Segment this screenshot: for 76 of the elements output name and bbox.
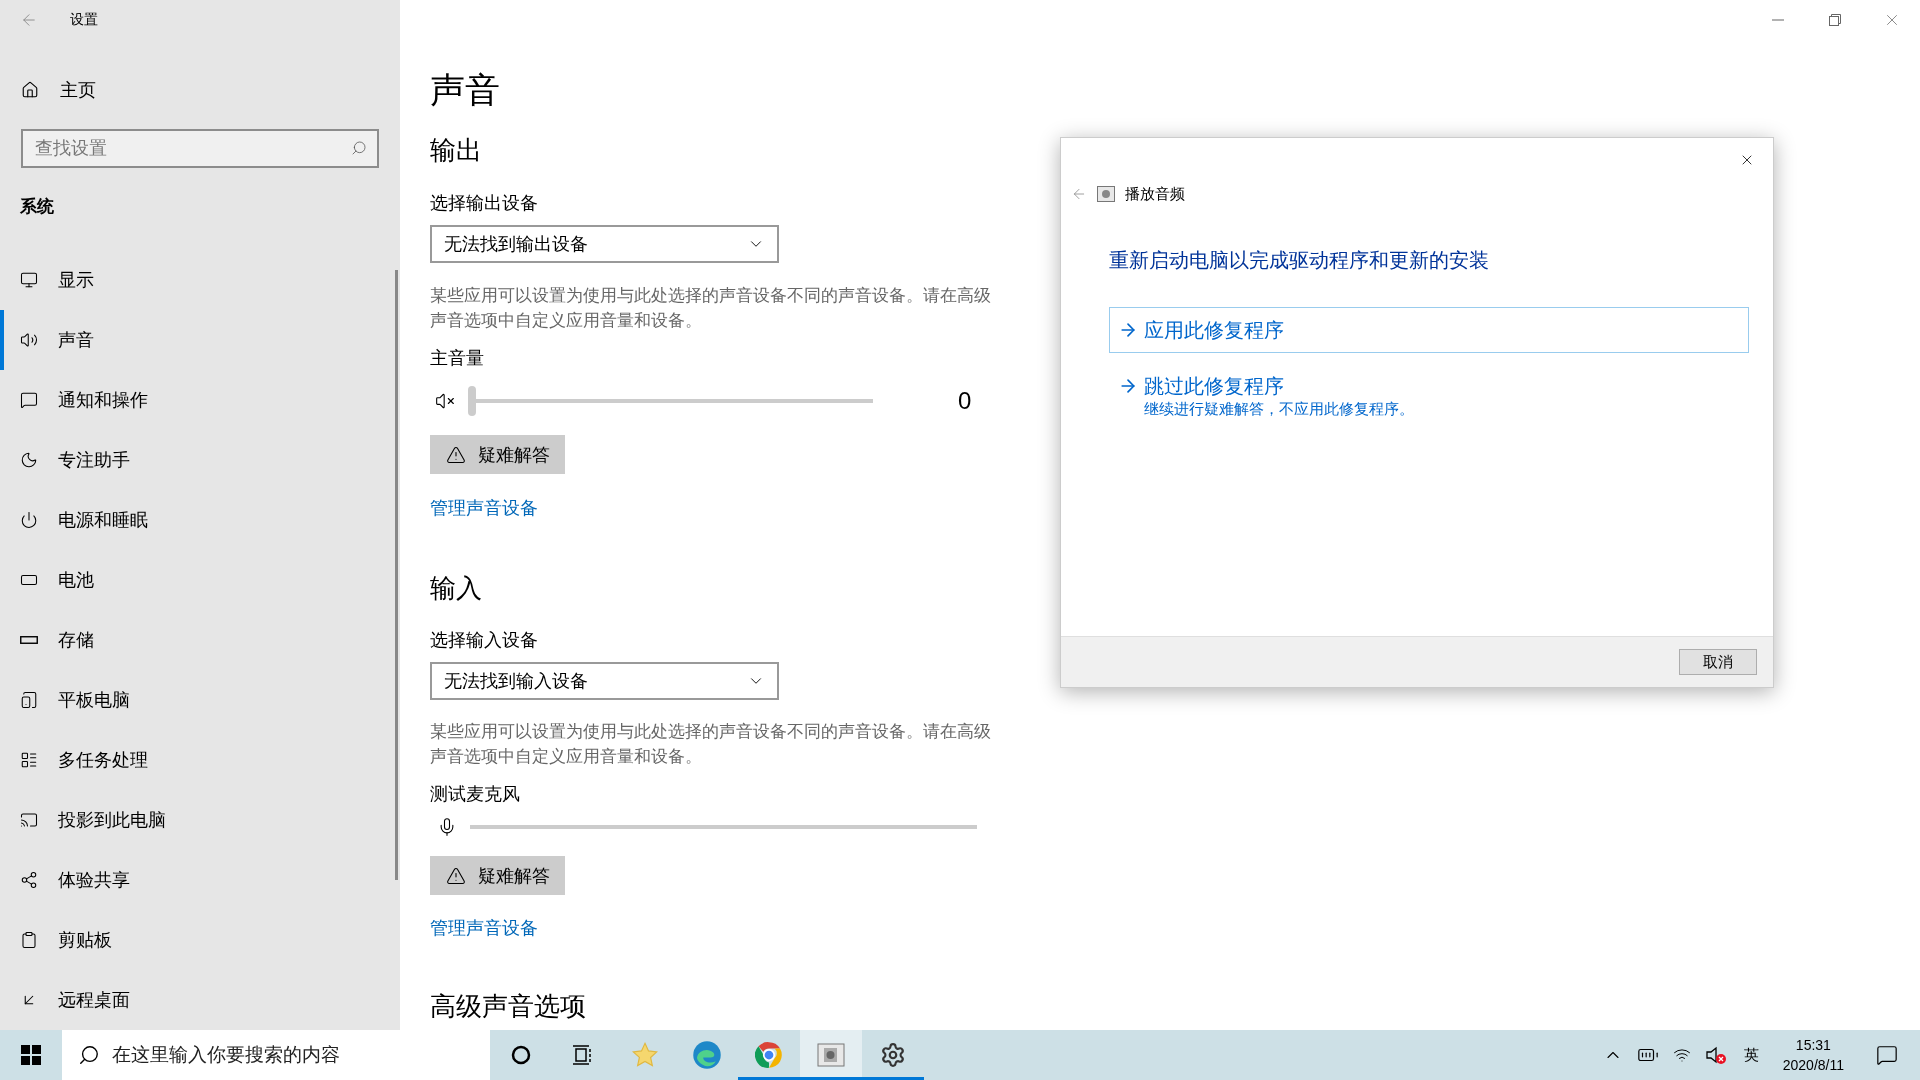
device-icon — [1097, 186, 1115, 202]
dialog-title: 播放音频 — [1125, 184, 1185, 204]
manage-devices-link[interactable]: 管理声音设备 — [430, 497, 538, 519]
power-icon — [20, 511, 38, 529]
monitor-icon — [20, 271, 38, 289]
window-title: 设置 — [70, 10, 98, 29]
list-icon — [20, 751, 38, 769]
device-dropdown[interactable]: 无法找到输出设备 — [430, 225, 779, 263]
sidebar-item[interactable]: 平板电脑 — [0, 670, 400, 730]
page-title: 声音 — [430, 69, 500, 111]
tablet-icon — [20, 691, 38, 709]
round-logo-icon — [755, 1041, 783, 1069]
fix-option[interactable]: 应用此修复程序 — [1109, 307, 1749, 353]
task-view-icon — [572, 1045, 594, 1065]
sidebar-item[interactable]: 多任务处理 — [0, 730, 400, 790]
option-label: 应用此修复程序 — [1144, 318, 1284, 343]
share-icon — [20, 871, 38, 889]
troubleshoot-button[interactable]: 疑难解答 — [430, 435, 565, 474]
gear-icon — [880, 1042, 906, 1068]
sidebar-item[interactable]: 体验共享 — [0, 850, 400, 910]
device-icon — [817, 1043, 845, 1067]
clock[interactable]: 15:31 2020/8/11 — [1768, 1035, 1858, 1075]
muted-speaker-icon — [435, 391, 455, 411]
fix-option[interactable]: 跳过此修复程序 继续进行疑难解答，不应用此修复程序。 — [1109, 363, 1749, 427]
speaker-icon — [20, 331, 38, 349]
warning-icon — [445, 444, 466, 465]
dialog-heading: 重新启动电脑以完成驱动程序和更新的安装 — [1109, 248, 1489, 273]
option-label: 跳过此修复程序 — [1144, 374, 1284, 399]
sidebar-item[interactable]: 通知和操作 — [0, 370, 400, 430]
section-heading: 系统 — [19, 196, 55, 218]
message-icon — [20, 391, 38, 409]
field-label: 测试麦克风 — [430, 783, 520, 805]
restore-icon — [1828, 14, 1841, 26]
warning-icon — [445, 865, 466, 886]
field-label: 主音量 — [430, 347, 484, 369]
manage-devices-link[interactable]: 管理声音设备 — [430, 917, 538, 939]
windows-icon — [21, 1045, 41, 1065]
field-label: 选择输出设备 — [430, 192, 538, 214]
cast-icon — [20, 811, 38, 829]
sidebar-item[interactable]: 投影到此电脑 — [0, 790, 400, 850]
star-icon — [631, 1041, 659, 1069]
minus-icon — [1771, 19, 1784, 21]
taskbar-search-field[interactable]: 在这里输入你要搜索的内容 — [62, 1030, 490, 1080]
clipboard-icon — [20, 931, 38, 949]
ring-icon — [511, 1045, 531, 1065]
troubleshoot-button[interactable]: 疑难解答 — [430, 856, 565, 895]
description-text: 某些应用可以设置为使用与此处选择的声音设备不同的声音设备。请在高级声音选项中自定义应用音量和设备。 — [430, 721, 992, 768]
volume-slider[interactable] — [468, 386, 873, 416]
description-text: 某些应用可以设置为使用与此处选择的声音设备不同的声音设备。请在高级声音选项中自定义应用音量和设备。 — [430, 285, 992, 332]
option-description: 继续进行疑难解答，不应用此修复程序。 — [1144, 400, 1414, 418]
search-field[interactable]: 查找设置 — [21, 129, 379, 168]
search-icon — [78, 1044, 100, 1066]
back-arrow-icon — [1071, 186, 1087, 202]
moon-icon — [20, 451, 38, 469]
section-heading: 输入 — [430, 573, 482, 604]
search-icon — [351, 140, 367, 156]
sidebar-item[interactable]: 剪贴板 — [0, 910, 400, 970]
drive-icon — [20, 636, 38, 644]
scrollbar[interactable] — [395, 270, 398, 880]
cancel-button[interactable]: 取消 — [1679, 649, 1757, 675]
sidebar-item[interactable]: 远程桌面 — [0, 970, 400, 1030]
sidebar-item[interactable]: 存储 — [0, 610, 400, 670]
home-item[interactable]: 主页 — [0, 70, 400, 110]
sidebar-item[interactable]: 电池 — [0, 550, 400, 610]
device-dropdown[interactable]: 无法找到输入设备 — [430, 662, 779, 700]
volume-reading: 0 — [958, 387, 972, 415]
slider-thumb[interactable] — [468, 386, 476, 416]
swirl-icon — [692, 1040, 722, 1070]
section-heading: 高级声音选项 — [430, 991, 586, 1022]
input-method-indicator[interactable]: 英 — [1733, 1045, 1769, 1065]
sidebar-item[interactable]: 显示 — [0, 250, 400, 310]
field-label: 选择输入设备 — [430, 629, 538, 651]
sidebar-item[interactable]: 电源和睡眠 — [0, 490, 400, 550]
home-icon — [21, 81, 39, 100]
sidebar-item[interactable]: 专注助手 — [0, 430, 400, 490]
section-heading: 输出 — [430, 135, 482, 166]
